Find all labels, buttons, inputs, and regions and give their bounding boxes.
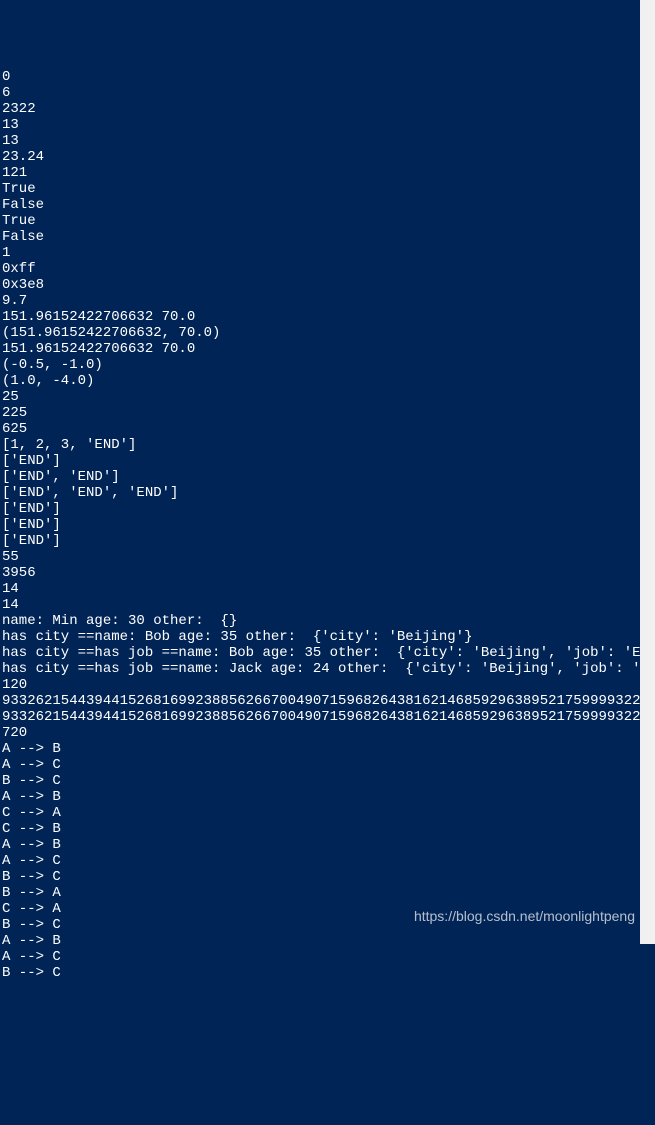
console-line: A --> C [2,853,655,869]
console-line: 25 [2,389,655,405]
console-line: 121 [2,165,655,181]
console-line: has city ==has job ==name: Bob age: 35 o… [2,645,655,661]
console-line: ['END'] [2,517,655,533]
console-line: 13 [2,133,655,149]
console-line: (1.0, -4.0) [2,373,655,389]
console-line: True [2,181,655,197]
console-line: 0x3e8 [2,277,655,293]
console-line: A --> B [2,933,655,949]
console-line: A --> C [2,949,655,965]
console-line: 14 [2,581,655,597]
console-line: 0 [2,69,655,85]
console-line: ['END', 'END'] [2,469,655,485]
console-line: A --> B [2,741,655,757]
console-line: 55 [2,549,655,565]
console-line: 151.96152422706632 70.0 [2,309,655,325]
watermark-text: https://blog.csdn.net/moonlightpeng [414,908,635,924]
scrollbar[interactable] [640,0,655,944]
console-line: 0xff [2,261,655,277]
console-line: A --> C [2,757,655,773]
console-output: 062322131323.24121TrueFalseTrueFalse10xf… [0,64,655,981]
console-line: 9332621544394415268169923885626670049071… [2,709,655,725]
console-line: [1, 2, 3, 'END'] [2,437,655,453]
console-line: False [2,229,655,245]
console-line: (-0.5, -1.0) [2,357,655,373]
console-line: B --> A [2,885,655,901]
console-line: True [2,213,655,229]
console-line: 720 [2,725,655,741]
console-line: ['END', 'END', 'END'] [2,485,655,501]
console-line: has city ==name: Bob age: 35 other: {'ci… [2,629,655,645]
console-line: 625 [2,421,655,437]
console-line: C --> A [2,805,655,821]
console-line: 9.7 [2,293,655,309]
console-line: 1 [2,245,655,261]
console-line: 2322 [2,101,655,117]
console-line: 120 [2,677,655,693]
console-line: False [2,197,655,213]
console-line: 6 [2,85,655,101]
console-line: B --> C [2,773,655,789]
console-line: 9332621544394415268169923885626670049071… [2,693,655,709]
console-line: B --> C [2,869,655,885]
console-line: 225 [2,405,655,421]
console-line: A --> B [2,837,655,853]
console-line: (151.96152422706632, 70.0) [2,325,655,341]
console-line: 23.24 [2,149,655,165]
console-line: 14 [2,597,655,613]
console-line: has city ==has job ==name: Jack age: 24 … [2,661,655,677]
console-line: A --> B [2,789,655,805]
console-line: B --> C [2,965,655,981]
console-line: 151.96152422706632 70.0 [2,341,655,357]
console-line: ['END'] [2,501,655,517]
console-line: C --> B [2,821,655,837]
console-line: 3956 [2,565,655,581]
console-line: ['END'] [2,453,655,469]
console-line: 13 [2,117,655,133]
console-line: name: Min age: 30 other: {} [2,613,655,629]
console-line: ['END'] [2,533,655,549]
